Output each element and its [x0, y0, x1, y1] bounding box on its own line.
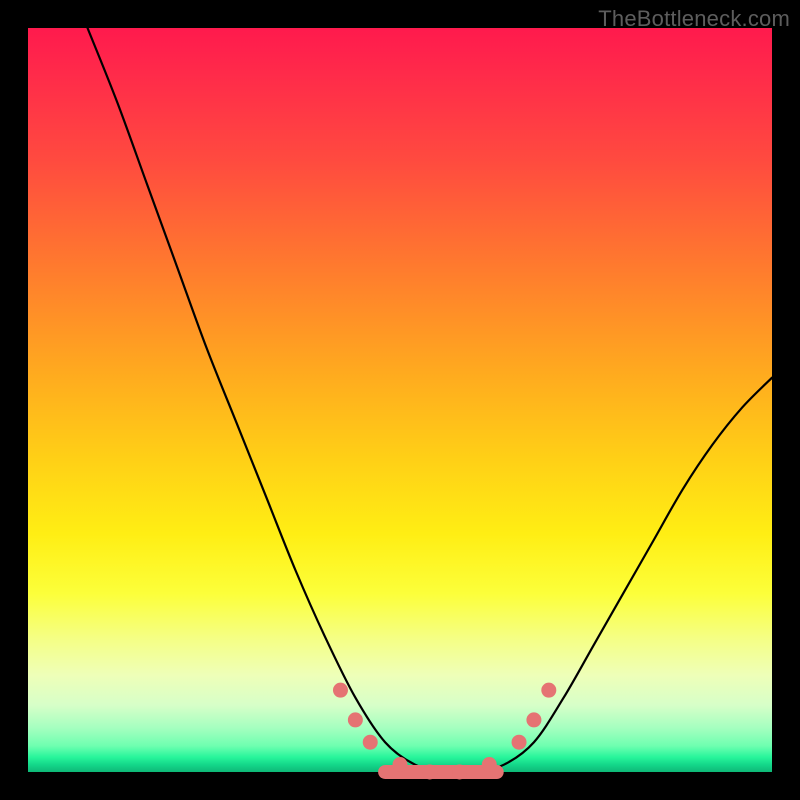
- outer-frame: TheBottleneck.com: [0, 0, 800, 800]
- highlight-dot: [363, 735, 378, 750]
- watermark-text: TheBottleneck.com: [598, 6, 790, 32]
- highlight-dot: [393, 757, 408, 772]
- highlight-dot: [482, 757, 497, 772]
- highlight-dot: [512, 735, 527, 750]
- bottleneck-curve: [88, 28, 772, 773]
- highlight-dot: [526, 712, 541, 727]
- curve-layer: [88, 28, 772, 773]
- highlight-markers: [333, 683, 556, 780]
- chart-svg: [28, 28, 772, 772]
- highlight-dot: [452, 765, 467, 780]
- highlight-dot: [541, 683, 556, 698]
- highlight-dot: [422, 765, 437, 780]
- highlight-dot: [348, 712, 363, 727]
- highlight-dot: [333, 683, 348, 698]
